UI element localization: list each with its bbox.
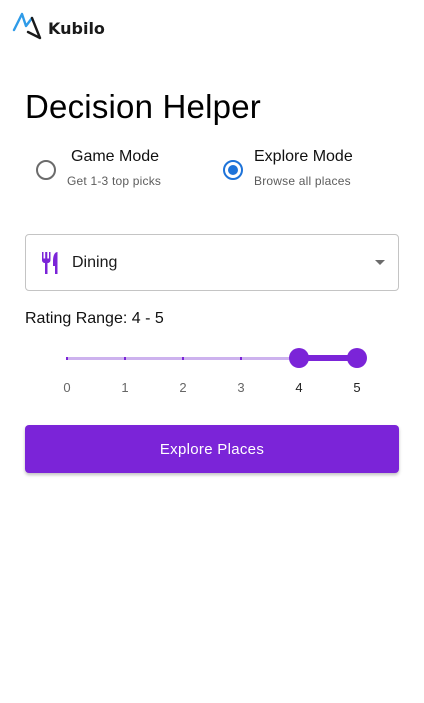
page-title: Decision Helper [25, 88, 261, 125]
explore-mode-description: Browse all places [254, 174, 351, 188]
explore-places-button[interactable]: Explore Places [25, 425, 399, 473]
explore-mode-radio[interactable] [223, 160, 243, 180]
slider-tick-label: 4 [295, 380, 303, 395]
category-select-value: Dining [72, 253, 118, 271]
game-mode-description: Get 1-3 top picks [67, 174, 162, 188]
explore-mode-option[interactable]: Explore Mode Browse all places [221, 146, 353, 188]
slider-max-thumb[interactable] [347, 348, 367, 368]
brand-logo: Kubilo [12, 10, 105, 42]
slider-tick-label: 0 [63, 380, 71, 395]
brand-name: Kubilo [48, 18, 105, 38]
slider-tick-label: 2 [179, 380, 187, 395]
slider-tick-label: 1 [121, 380, 129, 395]
category-select[interactable]: Dining [25, 234, 399, 291]
game-mode-radio[interactable] [36, 160, 56, 180]
rating-range-slider[interactable] [66, 348, 367, 368]
slider-tick-label: 3 [237, 380, 245, 395]
game-mode-label: Game Mode [71, 148, 160, 165]
slider-mark [182, 356, 184, 360]
game-mode-option[interactable]: Game Mode Get 1-3 top picks [34, 146, 161, 188]
slider-tick-labels: 0 1 2 3 4 5 [63, 380, 361, 396]
rating-range-label: Rating Range: 4 - 5 [25, 310, 164, 327]
slider-mark [240, 356, 242, 360]
slider-tick-label: 5 [353, 380, 361, 395]
dropdown-arrow-icon[interactable] [375, 260, 385, 265]
kubilo-logo-icon [12, 12, 42, 40]
slider-mark [66, 356, 68, 360]
slider-mark [124, 356, 126, 360]
slider-min-thumb[interactable] [289, 348, 309, 368]
explore-mode-label: Explore Mode [254, 148, 353, 165]
fork-knife-icon [42, 251, 58, 274]
